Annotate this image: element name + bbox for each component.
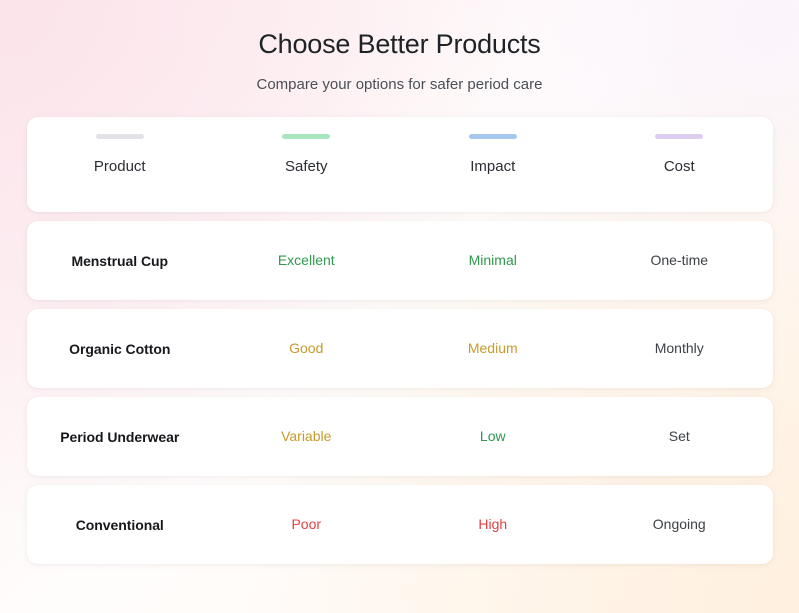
column-header-impact: Impact [400, 134, 587, 176]
cell-impact-rating: Minimal [468, 252, 517, 269]
cell-safety-rating: Poor [291, 516, 322, 533]
column-header-cost: Cost [586, 134, 773, 176]
table-row[interactable]: Conventional Poor High Ongoing [26, 485, 773, 565]
comparison-page: Choose Better Products Compare your opti… [0, 0, 799, 613]
column-header-label: Impact [470, 158, 516, 176]
column-header-product: Product [27, 134, 214, 176]
cell-impact-rating: High [478, 516, 508, 533]
table-header-row: Product Safety Impact Cost [26, 117, 773, 213]
product-comparison-table: Product Safety Impact Cost Menstrual Cup… [26, 117, 773, 565]
page-title: Choose Better Products [258, 29, 541, 59]
cell-product-name: Menstrual Cup [71, 252, 169, 269]
cell-cost-rating: Ongoing [652, 516, 706, 533]
column-header-label: Cost [663, 158, 695, 176]
column-accent-bar-product [95, 134, 144, 140]
column-accent-bar-impact [468, 134, 517, 140]
cell-impact-rating: Medium [467, 340, 518, 357]
column-header-label: Safety [284, 158, 328, 176]
column-accent-bar-cost [655, 134, 704, 140]
cell-impact-rating: Low [479, 428, 506, 445]
table-row[interactable]: Period Underwear Variable Low Set [26, 397, 773, 477]
table-row[interactable]: Menstrual Cup Excellent Minimal One-time [26, 221, 773, 301]
cell-product-name: Organic Cotton [69, 340, 171, 357]
table-row[interactable]: Organic Cotton Good Medium Monthly [26, 309, 773, 389]
cell-cost-rating: Monthly [654, 340, 704, 357]
cell-product-name: Period Underwear [60, 428, 180, 445]
cell-cost-rating: Set [668, 428, 690, 445]
cell-safety-rating: Variable [281, 428, 332, 445]
column-accent-bar-safety [282, 134, 331, 140]
page-header: Choose Better Products Compare your opti… [0, 0, 799, 94]
cell-safety-rating: Excellent [277, 252, 335, 269]
cell-cost-rating: One-time [650, 252, 709, 269]
column-header-safety: Safety [213, 134, 400, 176]
cell-product-name: Conventional [75, 516, 164, 533]
column-header-label: Product [93, 158, 146, 176]
page-subtitle: Compare your options for safer period ca… [256, 75, 543, 93]
cell-safety-rating: Good [289, 340, 324, 357]
